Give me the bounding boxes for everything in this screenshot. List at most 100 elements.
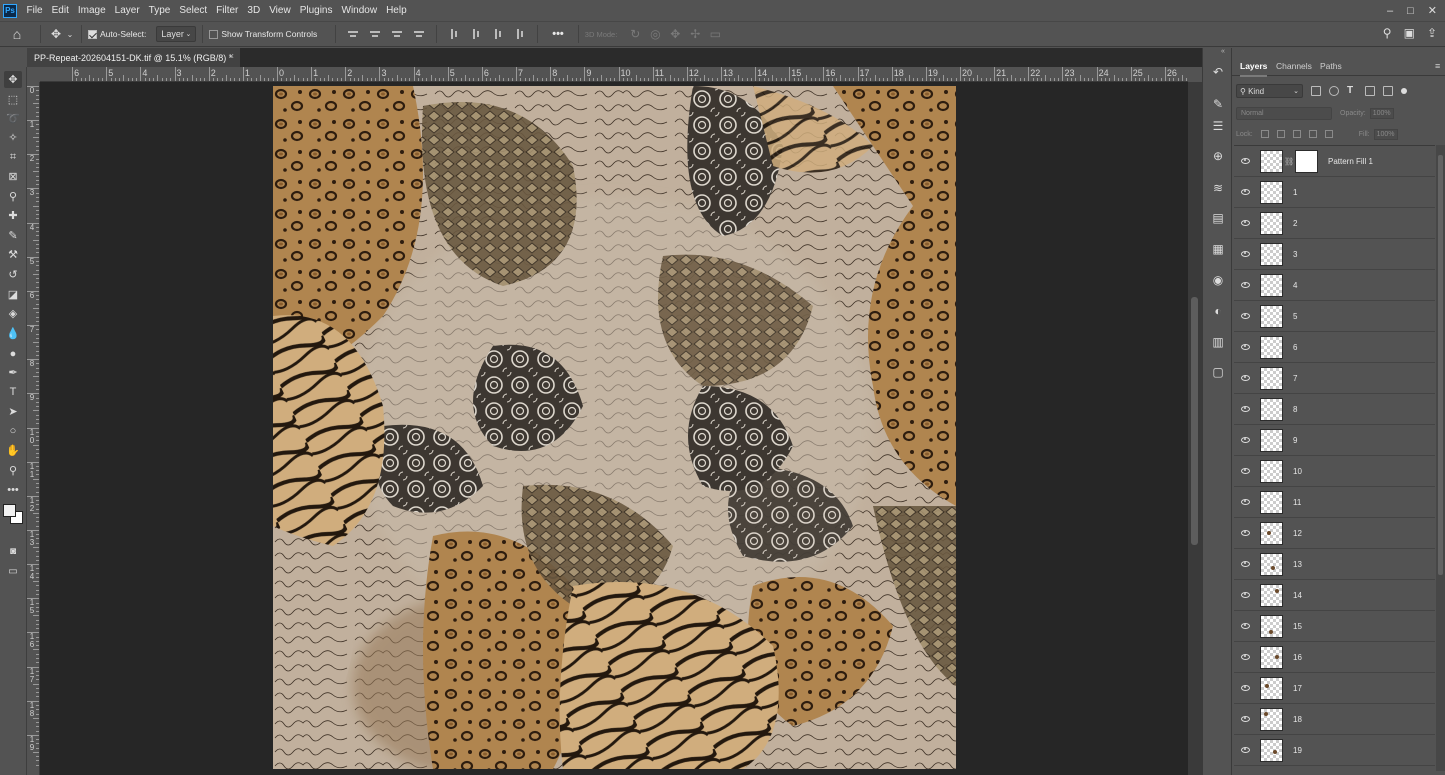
zoom-tool[interactable]: ⚲ <box>4 462 22 479</box>
home-icon[interactable]: ⌂ <box>0 26 34 42</box>
frame-tool[interactable]: ⊠ <box>4 168 22 185</box>
layer-row[interactable]: 13 <box>1234 549 1435 580</box>
align-horizontal-center-icon[interactable] <box>369 28 381 40</box>
menu-filter[interactable]: Filter <box>212 0 243 21</box>
vertical-ruler[interactable]: 0 1 2 3 4 5 6 7 8 9 1 0 1 1 1 2 1 3 1 4 1 5 1 6 1 7 1 8 1 9 <box>27 82 40 775</box>
tab-layers[interactable]: Layers <box>1240 56 1268 77</box>
layers-scrollbar[interactable] <box>1436 145 1445 771</box>
swatches-icon[interactable]: ▦ <box>1210 241 1226 256</box>
layer-row[interactable]: 14 <box>1234 580 1435 611</box>
menu-select[interactable]: Select <box>175 0 212 21</box>
menu-layer[interactable]: Layer <box>110 0 144 21</box>
scale-3d-icon[interactable]: ▭ <box>705 27 725 41</box>
orbit-3d-icon[interactable]: ↻ <box>625 27 645 41</box>
visibility-eye-icon[interactable] <box>1241 716 1250 722</box>
layer-row[interactable]: 19 <box>1234 735 1435 766</box>
slide-3d-icon[interactable]: ✢ <box>685 27 705 41</box>
pattern-artwork-image[interactable] <box>273 86 956 775</box>
lock-position-icon[interactable] <box>1292 130 1301 138</box>
distribute-horizontal-icon[interactable] <box>514 28 526 40</box>
opacity-field[interactable]: 100% <box>1369 107 1394 119</box>
align-top-icon[interactable] <box>448 28 460 40</box>
menu-window[interactable]: Window <box>337 0 382 21</box>
3d-icon[interactable]: ◉ <box>1210 272 1226 287</box>
link-chain-icon[interactable]: ⛓ <box>1284 157 1294 166</box>
lock-transparent-icon[interactable] <box>1260 130 1269 138</box>
layer-row[interactable]: 10 <box>1234 456 1435 487</box>
align-left-icon[interactable] <box>347 28 359 40</box>
visibility-eye-icon[interactable] <box>1241 592 1250 598</box>
adjustments-icon[interactable]: ≋ <box>1210 180 1226 195</box>
shape-filter-icon[interactable] <box>1365 86 1375 96</box>
layer-row[interactable]: 12 <box>1234 518 1435 549</box>
lasso-tool[interactable]: ➰ <box>4 110 22 127</box>
pen-tool[interactable]: ✒ <box>4 364 22 381</box>
canvas-vertical-scrollbar[interactable] <box>1188 82 1202 775</box>
tool-preset-chevron-icon[interactable]: ⌄ <box>65 30 75 39</box>
pan-3d-icon[interactable]: ✥ <box>665 27 685 41</box>
layer-row[interactable]: 4 <box>1234 270 1435 301</box>
share-icon[interactable]: ⇪ <box>1427 26 1437 40</box>
healing-brush-tool[interactable]: ✚ <box>4 207 22 224</box>
layer-row[interactable]: 9 <box>1234 425 1435 456</box>
visibility-eye-icon[interactable] <box>1241 282 1250 288</box>
type-tool[interactable]: T <box>4 383 22 400</box>
visibility-eye-icon[interactable] <box>1241 375 1250 381</box>
color-swatches[interactable] <box>2 503 24 525</box>
tab-paths[interactable]: Paths <box>1320 56 1342 76</box>
clone-stamp-tool[interactable]: ⚒ <box>4 246 22 263</box>
history-brush-tool[interactable]: ↺ <box>4 266 22 283</box>
visibility-eye-icon[interactable] <box>1241 437 1250 443</box>
document-canvas[interactable] <box>40 82 1188 775</box>
magic-wand-tool[interactable]: ✧ <box>4 129 22 146</box>
crop-tool[interactable]: ⌗ <box>4 149 22 166</box>
menu-type[interactable]: Type <box>144 0 175 21</box>
layer-row[interactable]: 1 <box>1234 177 1435 208</box>
layer-row[interactable]: 8 <box>1234 394 1435 425</box>
visibility-eye-icon[interactable] <box>1241 654 1250 660</box>
auto-select-target-dropdown[interactable]: Layer ⌄ <box>156 26 197 42</box>
minimize-button[interactable]: – <box>1387 5 1393 17</box>
adjustment-filter-icon[interactable] <box>1329 86 1339 96</box>
close-window-button[interactable]: ✕ <box>1428 4 1437 17</box>
eraser-tool[interactable]: ◪ <box>4 286 22 303</box>
visibility-eye-icon[interactable] <box>1241 499 1250 505</box>
workspace-icon[interactable]: ▣ <box>1404 26 1415 40</box>
libraries-icon[interactable]: ▥ <box>1210 334 1226 349</box>
brush-tool[interactable]: ✎ <box>4 227 22 244</box>
fill-field[interactable]: 100% <box>1373 128 1398 140</box>
maximize-button[interactable]: □ <box>1407 5 1414 17</box>
auto-select-checkbox[interactable] <box>88 29 97 39</box>
gradients-icon[interactable]: ▤ <box>1210 210 1226 225</box>
more-tools[interactable]: ••• <box>4 481 22 498</box>
quick-mask-icon[interactable]: ◙ <box>4 543 22 560</box>
visibility-eye-icon[interactable] <box>1241 158 1250 164</box>
visibility-eye-icon[interactable] <box>1241 685 1250 691</box>
layer-mask-thumbnail[interactable] <box>1295 149 1318 173</box>
type-filter-icon[interactable]: T <box>1347 86 1357 96</box>
move-tool-icon[interactable]: ✥ <box>47 27 65 41</box>
menu-edit[interactable]: Edit <box>47 0 73 21</box>
layer-row[interactable]: 3 <box>1234 239 1435 270</box>
lock-all-icon[interactable] <box>1324 130 1333 138</box>
menu-help[interactable]: Help <box>382 0 412 21</box>
smart-object-filter-icon[interactable] <box>1383 86 1393 96</box>
visibility-eye-icon[interactable] <box>1241 561 1250 567</box>
align-bottom-icon[interactable] <box>492 28 504 40</box>
layer-row[interactable]: 17 <box>1234 673 1435 704</box>
layer-row[interactable]: 6 <box>1234 332 1435 363</box>
collapse-panels-icon[interactable]: « <box>1221 48 1225 55</box>
document-tab[interactable]: PP-Repeat-202604151-DK.tif @ 15.1% (RGB/… <box>27 48 241 67</box>
layer-row[interactable]: 11 <box>1234 487 1435 518</box>
layer-row[interactable]: 5 <box>1234 301 1435 332</box>
history-icon[interactable]: ↶ <box>1210 64 1226 79</box>
menu-view[interactable]: View <box>265 0 296 21</box>
lock-artboard-icon[interactable] <box>1308 130 1317 138</box>
visibility-eye-icon[interactable] <box>1241 530 1250 536</box>
visibility-eye-icon[interactable] <box>1241 747 1250 753</box>
horizontal-ruler[interactable]: 6 5 4 3 2 1 0 1 2 3 4 5 6 7 8 9 10 11 12 13 14 15 16 17 18 19 20 21… <box>40 67 1188 82</box>
lock-image-icon[interactable] <box>1276 130 1285 138</box>
foreground-color-swatch[interactable] <box>3 504 16 517</box>
panel-menu-icon[interactable]: ≡ <box>1435 56 1440 76</box>
close-tab-icon[interactable]: × <box>229 51 234 61</box>
